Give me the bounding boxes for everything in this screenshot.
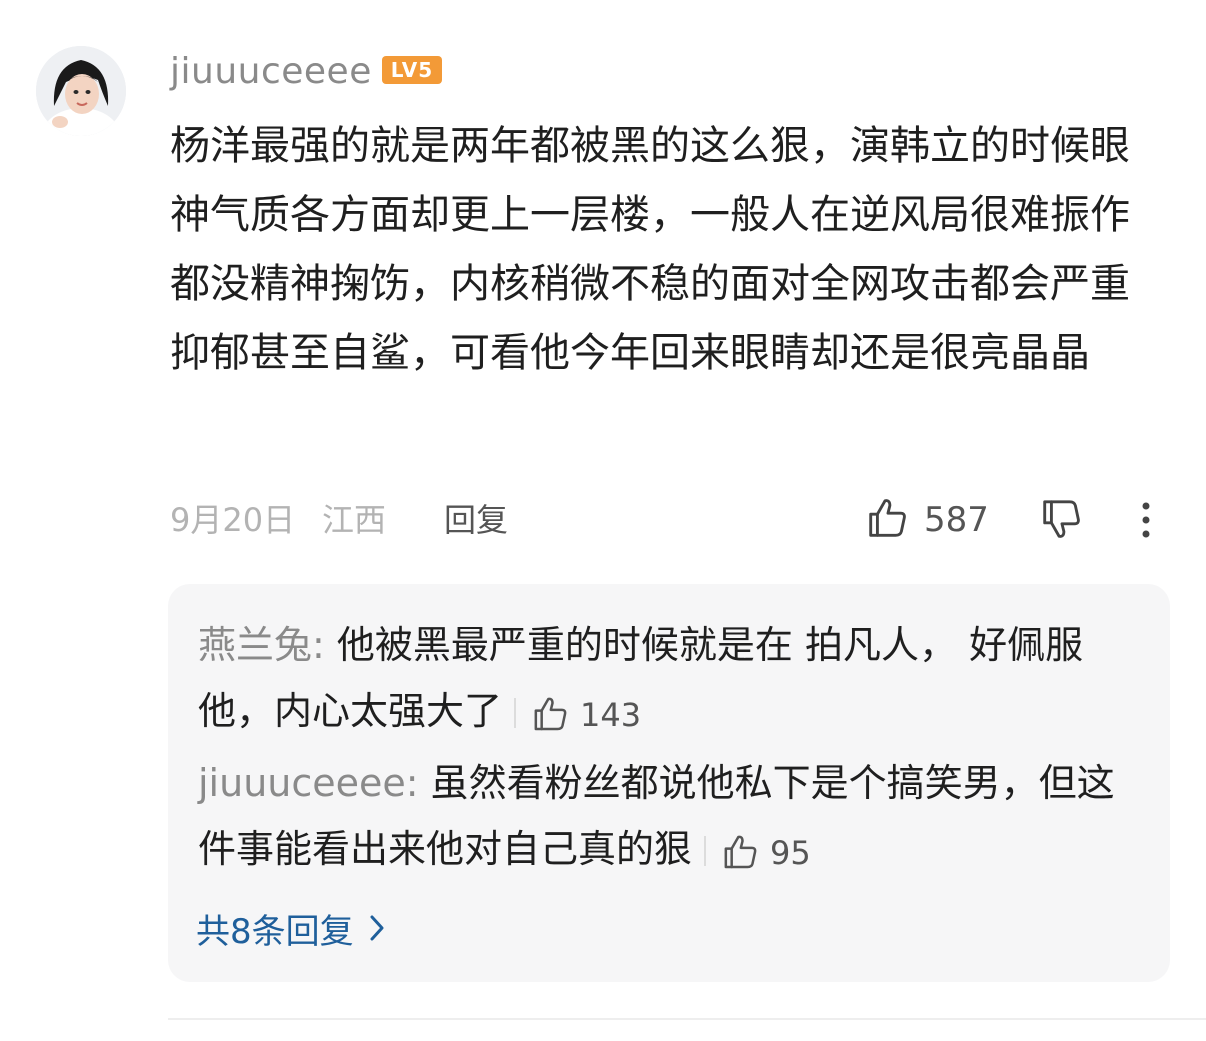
- level-badge: LV5: [382, 56, 442, 84]
- dislike-button[interactable]: [1038, 496, 1084, 546]
- divider: [514, 698, 517, 728]
- thumbs-down-icon: [1038, 500, 1084, 546]
- reply-author[interactable]: jiuuuceeee: [198, 761, 406, 805]
- like-button[interactable]: 587: [864, 494, 989, 546]
- reply-author[interactable]: 燕兰兔: [198, 623, 312, 667]
- chevron-right-icon: [354, 910, 386, 954]
- thumbs-up-icon: [864, 495, 910, 545]
- comment-username[interactable]: jiuuuceeee: [170, 50, 372, 94]
- reply-author-colon: :: [312, 623, 337, 667]
- like-count: 587: [924, 500, 989, 540]
- comment-location: 江西: [322, 501, 387, 539]
- reply-button[interactable]: 回复: [444, 498, 508, 542]
- avatar[interactable]: [36, 46, 126, 136]
- more-vertical-icon: [1132, 502, 1160, 544]
- reply-item[interactable]: jiuuuceeee: 虽然看粉丝都说他私下是个搞笑男，但这件事能看出来他对自己…: [198, 750, 1148, 886]
- divider: [704, 836, 707, 866]
- comment-divider: [168, 1018, 1206, 1020]
- more-options-button[interactable]: [1132, 500, 1160, 544]
- reply-item[interactable]: 燕兰兔: 他被黑最严重的时候就是在 拍凡人， 好佩服他，内心太强大了 143: [198, 612, 1148, 748]
- view-more-replies-link[interactable]: 共8条回复: [196, 910, 386, 954]
- more-replies-label: 共8条回复: [196, 912, 354, 952]
- reply-like-count: 95: [770, 833, 811, 872]
- comment-text: 杨洋最强的就是两年都被黑的这么狠，演韩立的时候眼神气质各方面却更上一层楼，一般人…: [170, 123, 1130, 376]
- reply-thread: 燕兰兔: 他被黑最严重的时候就是在 拍凡人， 好佩服他，内心太强大了 143 ji…: [168, 584, 1170, 982]
- reply-like-button[interactable]: 95: [720, 818, 811, 886]
- comment-date: 9月20日: [170, 501, 296, 539]
- reply-author-colon: :: [405, 761, 431, 805]
- reply-like-count: 143: [580, 695, 642, 734]
- reply-like-button[interactable]: 143: [530, 680, 641, 748]
- thumbs-up-icon: [720, 829, 760, 873]
- thumbs-up-icon: [530, 691, 570, 735]
